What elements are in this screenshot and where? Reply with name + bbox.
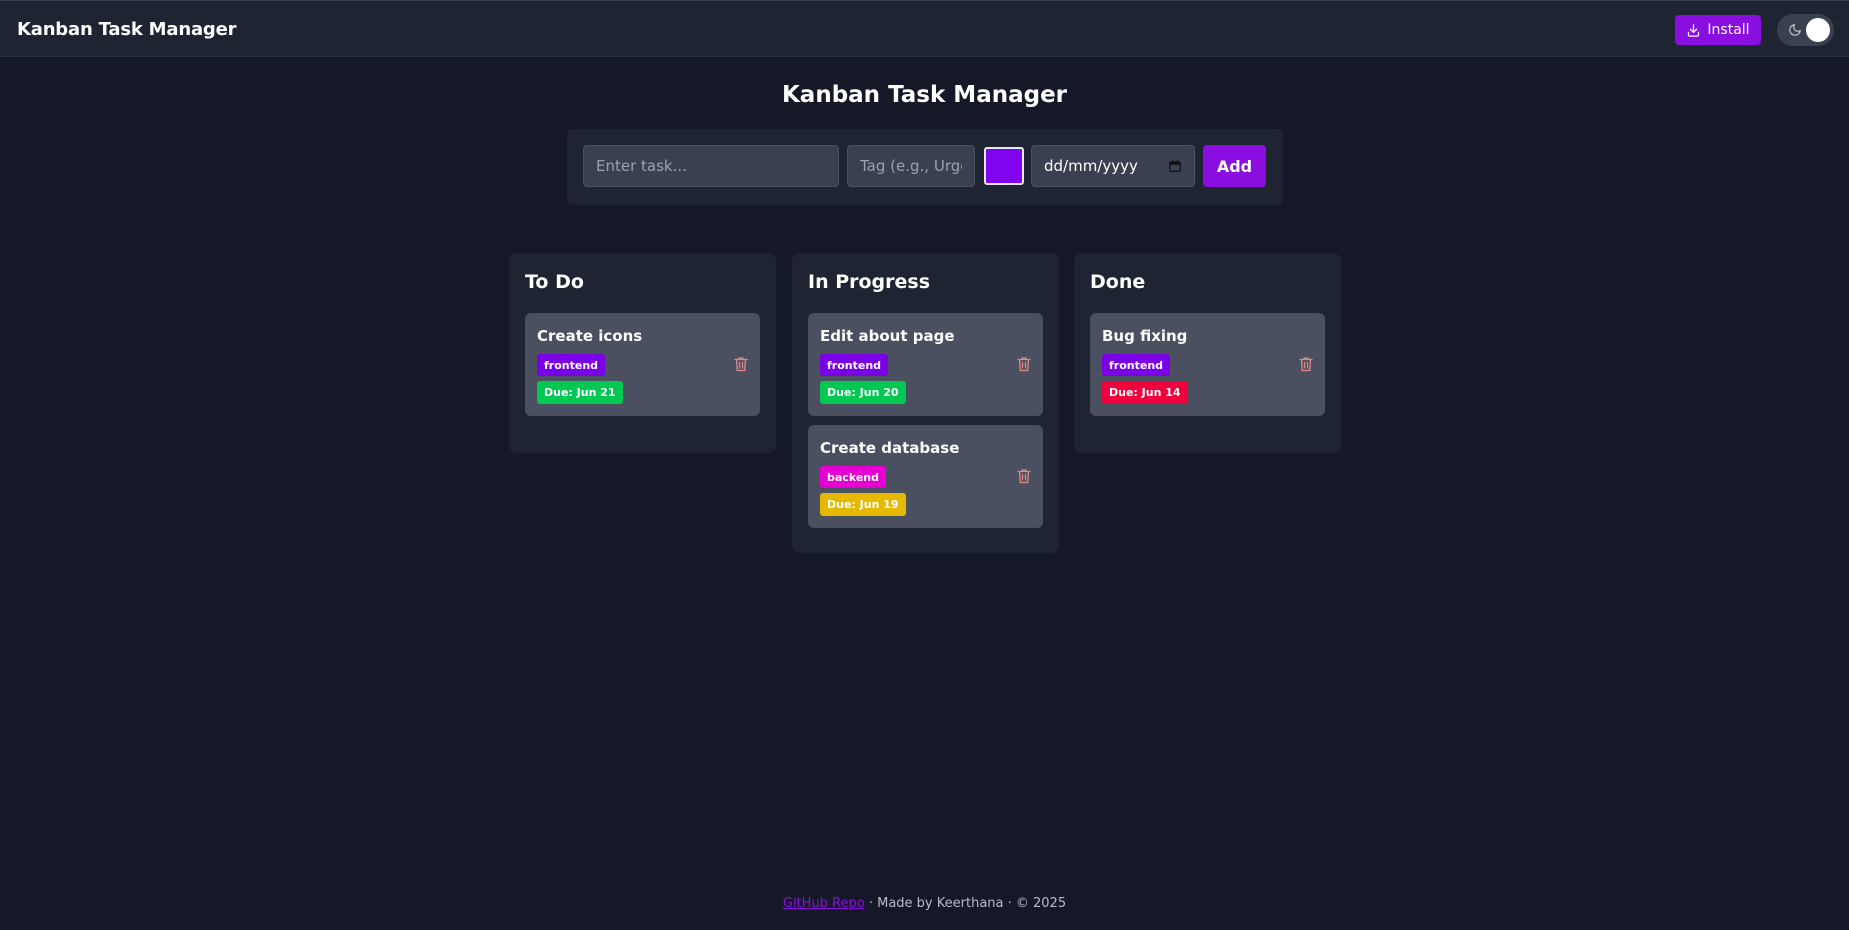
trash-icon[interactable] — [1017, 468, 1031, 484]
column-title: To Do — [525, 271, 584, 293]
due-date-badge: Due: Jun 21 — [537, 381, 623, 404]
footer-credits: · Made by Keerthana · © 2025 — [864, 896, 1067, 911]
download-icon — [1688, 23, 1700, 37]
selected-color-swatch — [988, 151, 1020, 181]
page-title: Kanban Task Manager — [781, 82, 1068, 108]
column-todo: To Do Create icons frontend Due: Jun 21 — [509, 253, 776, 453]
color-picker[interactable] — [984, 147, 1024, 185]
column-in-progress: In Progress Edit about page frontend Due… — [792, 253, 1059, 553]
add-button[interactable]: Add — [1203, 145, 1266, 187]
github-repo-link[interactable]: GitHub Repo — [783, 896, 865, 911]
top-bar: Kanban Task Manager Install — [0, 0, 1849, 57]
calendar-icon[interactable] — [1168, 159, 1182, 173]
task-card[interactable]: Create icons frontend Due: Jun 21 — [525, 313, 760, 416]
task-card[interactable]: Edit about page frontend Due: Jun 20 — [808, 313, 1043, 416]
moon-icon — [1789, 24, 1801, 36]
tag-badge: frontend — [820, 354, 889, 376]
app-title: Kanban Task Manager — [17, 19, 237, 40]
column-done: Done Bug fixing frontend Due: Jun 14 — [1074, 253, 1341, 453]
install-button[interactable]: Install — [1675, 15, 1761, 45]
due-date-badge: Due: Jun 20 — [820, 381, 906, 404]
task-card[interactable]: Bug fixing frontend Due: Jun 14 — [1090, 313, 1325, 416]
tag-badge: frontend — [537, 354, 606, 376]
toggle-knob — [1806, 18, 1830, 42]
install-label: Install — [1707, 22, 1750, 38]
task-title: Bug fixing — [1102, 327, 1188, 345]
trash-icon[interactable] — [1299, 356, 1313, 372]
tag-badge: frontend — [1102, 354, 1171, 376]
date-placeholder: dd/mm/yyyy — [1044, 157, 1138, 175]
due-date-input[interactable]: dd/mm/yyyy — [1031, 145, 1195, 187]
trash-icon[interactable] — [1017, 356, 1031, 372]
theme-toggle[interactable] — [1777, 14, 1834, 46]
task-card[interactable]: Create database backend Due: Jun 19 — [808, 425, 1043, 528]
add-task-form: dd/mm/yyyy Add — [567, 129, 1283, 205]
task-input[interactable] — [583, 145, 839, 187]
column-title: Done — [1090, 271, 1146, 293]
tag-badge: backend — [820, 466, 887, 488]
column-title: In Progress — [808, 271, 931, 293]
footer: GitHub Repo · Made by Keerthana · © 2025 — [0, 896, 1849, 911]
due-date-badge: Due: Jun 19 — [820, 493, 906, 516]
tag-input[interactable] — [847, 145, 975, 187]
task-title: Create database — [820, 439, 960, 457]
due-date-badge: Due: Jun 14 — [1102, 381, 1188, 404]
task-title: Create icons — [537, 327, 643, 345]
trash-icon[interactable] — [734, 356, 748, 372]
task-title: Edit about page — [820, 327, 955, 345]
